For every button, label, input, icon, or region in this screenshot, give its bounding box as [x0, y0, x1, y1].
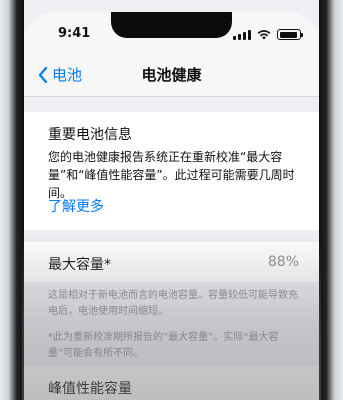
max-capacity-value: 88% [267, 254, 299, 270]
page-title: 电池健康 [141, 66, 202, 84]
battery-icon [277, 29, 303, 40]
wifi-icon [257, 30, 271, 40]
camera-notch [111, 12, 232, 38]
max-capacity-label: 最大容量* [48, 257, 111, 273]
peak-performance-row[interactable]: 峰值性能容量 [22, 366, 321, 400]
learn-more-link[interactable]: 了解更多 [48, 196, 104, 216]
phone-bezel-right [319, 0, 343, 400]
phone-bezel-left [0, 0, 24, 400]
cellular-signal-icon [233, 30, 251, 40]
status-time: 9:41 [58, 26, 91, 41]
peak-performance-label: 峰值性能容量 [48, 381, 132, 397]
phone-frame: 9:41 电池 电池健康 重要电池信息 您的电池健康报告系统正在重新校准“最大容… [0, 0, 343, 400]
notice-title: 重要电池信息 [48, 127, 132, 143]
battery-notice-card: 重要电池信息 您的电池健康报告系统正在重新校准“最大容量”和“峰值性能容量”。此… [22, 112, 321, 230]
max-capacity-row: 最大容量* 88% [22, 242, 321, 282]
max-capacity-description: 这是相对于新电池而言的电池容量。容量较低可能导致充电后，电池使用时间缩短。 [48, 290, 298, 317]
navigation-bar: 电池 电池健康 [22, 52, 321, 97]
max-capacity-disclaimer: *此为重新校准期所报告的“最大容量”。实际“最大容量”可能会有所不同。 [48, 332, 279, 359]
notice-body: 您的电池健康报告系统正在重新校准“最大容量”和“峰值性能容量”。此过程可能需要几… [48, 150, 295, 200]
phone-screen: 9:41 电池 电池健康 重要电池信息 您的电池健康报告系统正在重新校准“最大容… [22, 12, 321, 400]
status-icons [233, 29, 303, 40]
